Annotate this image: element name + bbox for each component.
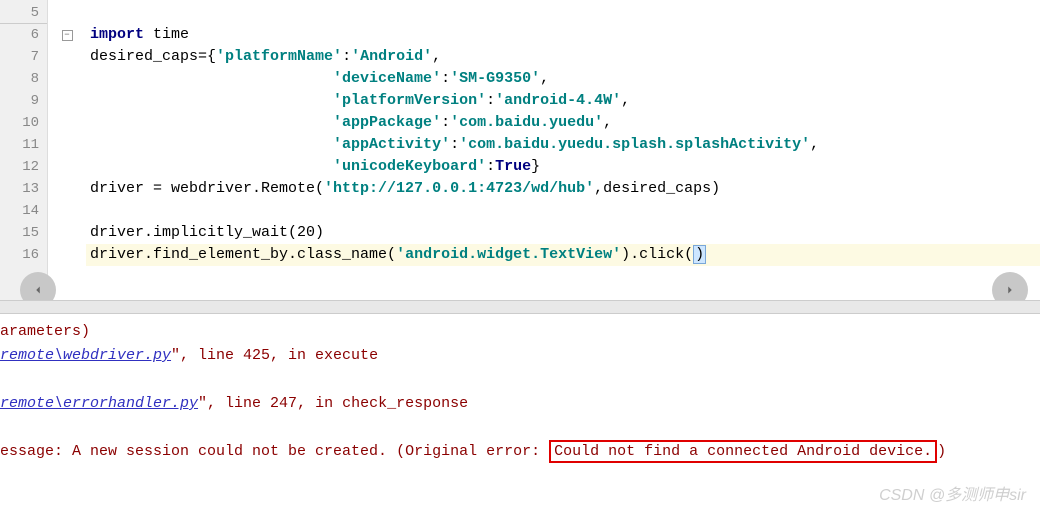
fold-column: − — [48, 0, 86, 300]
line-number: 7 — [0, 46, 47, 68]
console-line: remote\webdriver.py", line 425, in execu… — [0, 344, 1040, 368]
traceback-link[interactable]: remote\webdriver.py — [0, 347, 171, 364]
line-number: 10 — [0, 112, 47, 134]
line-number: 11 — [0, 134, 47, 156]
pane-divider[interactable] — [0, 300, 1040, 314]
chevron-right-icon — [1003, 283, 1017, 297]
chevron-left-icon — [31, 283, 45, 297]
fold-collapse-icon[interactable]: − — [62, 30, 73, 41]
code-line — [86, 200, 1040, 222]
code-line: driver.implicitly_wait(20) — [86, 222, 1040, 244]
line-number: 14 — [0, 200, 47, 222]
code-editor[interactable]: 5 6 7 8 9 10 11 12 13 14 15 16 − import … — [0, 0, 1040, 300]
code-line: driver = webdriver.Remote('http://127.0.… — [86, 178, 1040, 200]
cursor-position: ) — [693, 245, 706, 264]
console-output[interactable]: arameters) remote\webdriver.py", line 42… — [0, 314, 1040, 464]
console-line: remote\errorhandler.py", line 247, in ch… — [0, 392, 1040, 416]
code-line: 'appPackage':'com.baidu.yuedu', — [86, 112, 1040, 134]
code-line: 'platformVersion':'android-4.4W', — [86, 90, 1040, 112]
console-error-line: essage: A new session could not be creat… — [0, 440, 1040, 464]
watermark: CSDN @多测师申sir — [879, 481, 1026, 505]
line-gutter: 5 6 7 8 9 10 11 12 13 14 15 16 — [0, 0, 48, 300]
console-line — [0, 416, 1040, 440]
error-highlight: Could not find a connected Android devic… — [549, 440, 937, 463]
traceback-link[interactable]: remote\errorhandler.py — [0, 395, 198, 412]
line-number: 16 — [0, 244, 47, 266]
line-number: 12 — [0, 156, 47, 178]
line-number: 6 — [0, 24, 47, 46]
code-line — [86, 2, 1040, 24]
code-line: import time — [86, 24, 1040, 46]
line-number: 8 — [0, 68, 47, 90]
code-line: 'deviceName':'SM-G9350', — [86, 68, 1040, 90]
line-number: 9 — [0, 90, 47, 112]
console-line — [0, 368, 1040, 392]
code-line: 'appActivity':'com.baidu.yuedu.splash.sp… — [86, 134, 1040, 156]
code-line-current: driver.find_element_by.class_name('andro… — [86, 244, 1040, 266]
console-line: arameters) — [0, 320, 1040, 344]
line-number: 15 — [0, 222, 47, 244]
line-number: 5 — [0, 2, 47, 24]
code-content[interactable]: import time desired_caps={'platformName'… — [86, 0, 1040, 300]
line-number: 13 — [0, 178, 47, 200]
code-line: desired_caps={'platformName':'Android', — [86, 46, 1040, 68]
code-line: 'unicodeKeyboard':True} — [86, 156, 1040, 178]
